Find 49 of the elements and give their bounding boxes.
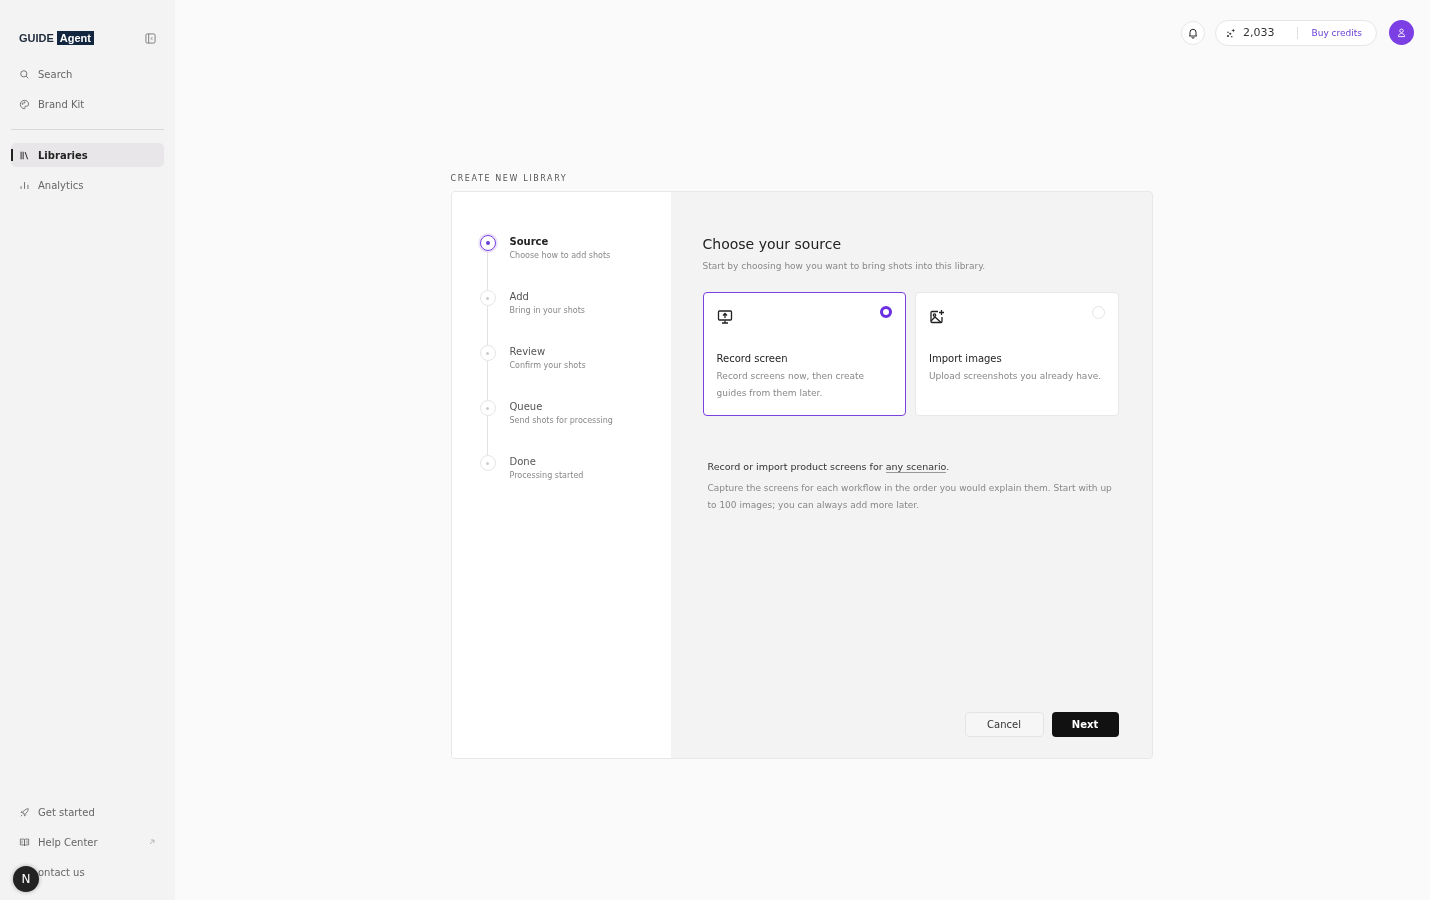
option-description: Record screens now, then create guides from them later. bbox=[716, 370, 866, 400]
step-subtitle: Processing started bbox=[509, 471, 584, 480]
step-subtitle: Bring in your shots bbox=[509, 306, 585, 315]
sidebar-item[interactable]: Help Center bbox=[11, 830, 164, 854]
info-detail: Capture the screens for each workflow in the order you would explain them. Start with up to 100 images; you can always add more later. bbox=[707, 482, 1113, 512]
book-icon bbox=[19, 836, 30, 848]
sidebar-item[interactable]: Get started bbox=[11, 800, 164, 824]
bar-chart-icon bbox=[19, 179, 30, 191]
cancel-button[interactable]: Cancel bbox=[964, 712, 1044, 737]
step-title: Queue bbox=[509, 401, 544, 412]
credit-count: 2,033 bbox=[1243, 26, 1275, 39]
radio-button[interactable] bbox=[880, 306, 892, 318]
sidebar-item[interactable]: Analytics bbox=[11, 173, 164, 197]
info-text: Record or import product screens for any scenario. bbox=[707, 461, 951, 472]
option-description: Upload screenshots you already have. bbox=[929, 370, 1103, 383]
avatar-button[interactable] bbox=[1389, 20, 1414, 45]
step-title: Add bbox=[509, 291, 530, 302]
logo-text: GUIDE bbox=[19, 32, 54, 44]
source-option-card[interactable]: Import images Upload screenshots you already have. bbox=[915, 292, 1119, 416]
section-subheading: Start by choosing how you want to bring shots into this library. bbox=[702, 261, 987, 271]
user-icon bbox=[1396, 27, 1407, 38]
monitor-upload-icon bbox=[716, 309, 733, 325]
library-icon bbox=[19, 149, 30, 161]
search-icon bbox=[19, 68, 30, 80]
section-heading: Choose your source bbox=[702, 236, 843, 252]
page-title: CREATE NEW LIBRARY bbox=[450, 174, 569, 183]
image-add-icon bbox=[929, 309, 945, 325]
palette-icon bbox=[19, 98, 30, 110]
rocket-icon bbox=[19, 806, 30, 818]
bell-icon bbox=[1187, 26, 1199, 39]
option-title: Record screen bbox=[716, 353, 789, 364]
step-title: Done bbox=[509, 456, 537, 467]
logo-badge: Agent bbox=[56, 31, 94, 45]
notification-button[interactable] bbox=[1181, 20, 1205, 45]
sparkle-icon bbox=[1225, 26, 1237, 39]
step-title: Review bbox=[509, 346, 547, 357]
step-title: Source bbox=[509, 236, 550, 247]
source-option-card[interactable]: Record screen Record screens now, then create guides from them later. bbox=[702, 292, 906, 416]
sidebar-item[interactable]: Brand Kit bbox=[11, 92, 164, 116]
option-title: Import images bbox=[929, 353, 1003, 364]
step-subtitle: Send shots for processing bbox=[509, 416, 613, 425]
sidebar-toggle-icon[interactable] bbox=[145, 32, 156, 44]
sidebar-item[interactable]: Libraries bbox=[11, 143, 164, 167]
dev-badge[interactable]: N bbox=[13, 866, 39, 892]
sidebar-item[interactable]: Search bbox=[11, 62, 164, 86]
next-button[interactable]: Next bbox=[1051, 712, 1119, 737]
step-subtitle: Choose how to add shots bbox=[509, 251, 611, 260]
buy-credits-link[interactable]: Buy credits bbox=[1311, 27, 1362, 38]
step-subtitle: Confirm your shots bbox=[509, 361, 586, 370]
